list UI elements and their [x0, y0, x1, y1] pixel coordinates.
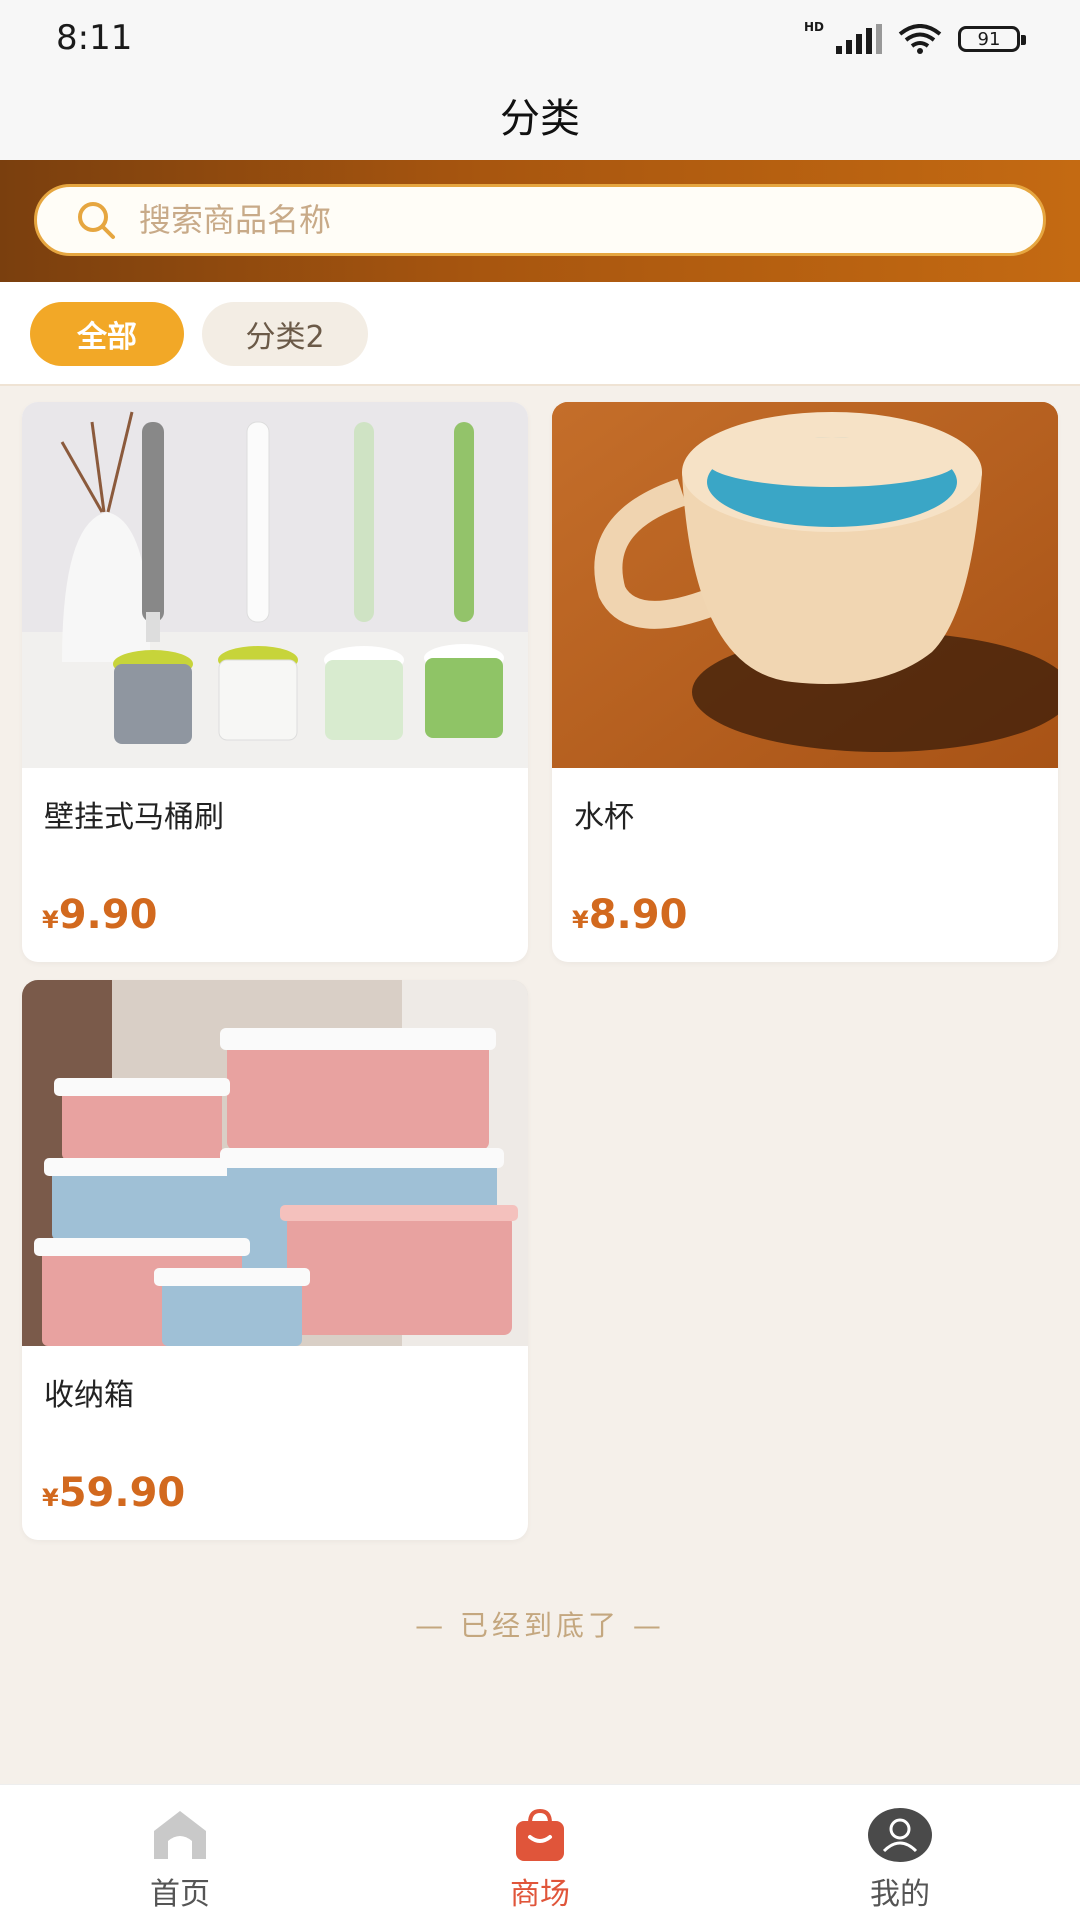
nav-home-label: 首页: [150, 1877, 210, 1912]
product-card[interactable]: 壁挂式马桶刷 ¥9.90: [22, 402, 528, 962]
search-icon: [78, 202, 115, 239]
page-title: 分类: [500, 96, 580, 142]
product-image-toilet-brushes: [22, 402, 528, 768]
battery-indicator: 91: [958, 26, 1026, 52]
nav-profile-label: 我的: [870, 1877, 930, 1912]
currency-symbol: ¥: [42, 906, 59, 934]
nav-mall-label: 商场: [510, 1877, 570, 1912]
price-value: 8.90: [588, 892, 688, 938]
price-value: 59.90: [58, 1470, 186, 1516]
nav-home[interactable]: 首页: [0, 1785, 360, 1921]
tab-category-2[interactable]: 分类2: [202, 302, 368, 366]
product-price: ¥9.90: [42, 892, 157, 938]
product-image-cup: [552, 402, 1058, 768]
nav-profile[interactable]: 我的: [720, 1785, 1080, 1921]
tab-all[interactable]: 全部: [30, 302, 184, 366]
product-name: 收纳箱: [44, 1378, 134, 1413]
status-time: 8:11: [56, 18, 133, 58]
search-box[interactable]: [34, 184, 1046, 256]
category-tabs: 全部 分类2: [0, 282, 1080, 386]
price-value: 9.90: [58, 892, 158, 938]
product-price: ¥59.90: [42, 1470, 185, 1516]
currency-symbol: ¥: [572, 906, 589, 934]
nav-mall[interactable]: 商场: [360, 1785, 720, 1921]
signal-icon: [836, 24, 882, 54]
user-icon: [868, 1808, 932, 1862]
currency-symbol: ¥: [42, 1484, 59, 1512]
status-icons: HD 91: [804, 20, 1026, 54]
search-banner: [0, 160, 1080, 282]
product-name: 水杯: [574, 800, 634, 835]
top-bar: 8:11 HD 91 分类: [0, 0, 1080, 160]
product-image-storage-boxes: [22, 980, 528, 1346]
product-card[interactable]: 收纳箱 ¥59.90: [22, 980, 528, 1540]
product-name: 壁挂式马桶刷: [44, 800, 224, 835]
wifi-icon: [898, 24, 942, 54]
product-price: ¥8.90: [572, 892, 687, 938]
product-card[interactable]: 水杯 ¥8.90: [552, 402, 1058, 962]
home-icon: [154, 1811, 206, 1859]
bottom-nav: 首页 商场 我的: [0, 1784, 1080, 1921]
end-of-list-note: — 已经到底了 —: [415, 1609, 665, 1642]
shopping-bag-icon: [516, 1808, 564, 1861]
network-type-label: HD: [803, 20, 824, 34]
search-input[interactable]: [137, 200, 961, 240]
